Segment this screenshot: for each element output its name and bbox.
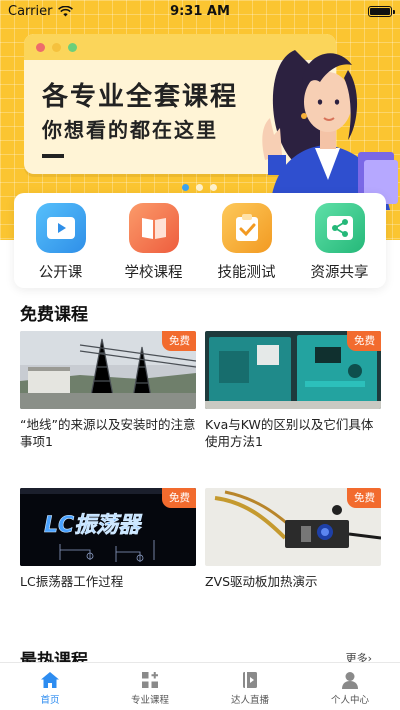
category-label: 资源共享 (310, 265, 369, 281)
free-courses-title: 免费课程 (20, 305, 88, 325)
free-badge: 免费 (162, 331, 196, 351)
category-resource-share[interactable]: 资源共享 (300, 203, 380, 288)
battery-icon (368, 5, 395, 17)
checklist-icon (221, 203, 272, 253)
tab-label: 达人直播 (230, 695, 269, 706)
thumbnail-caption: LC振荡器 (44, 513, 143, 538)
tab-live[interactable]: 达人直播 (200, 663, 300, 710)
course-card[interactable]: 免费 Kva与KW的区别以及它们具体使用方法1 (205, 331, 381, 450)
course-title: Kva与KW的区别以及它们具体使用方法1 (205, 417, 374, 449)
course-title: LC振荡器工作过程 (20, 574, 124, 589)
category-label: 学校课程 (124, 265, 183, 281)
window-dot-green (68, 43, 77, 52)
course-thumbnail: 免费 (205, 488, 381, 566)
course-title: ZVS驱动板加热演示 (205, 574, 318, 589)
category-card: 公开课 学校课程 技能测试 资源共享 (14, 193, 386, 288)
window-dot-yellow (52, 43, 61, 52)
category-label: 技能测试 (217, 265, 276, 281)
free-badge: 免费 (347, 488, 381, 508)
carousel-dot[interactable] (182, 184, 189, 191)
tab-profile[interactable]: 个人中心 (300, 663, 400, 710)
banner-subtitle: 你想看的都在这里 (42, 118, 218, 142)
share-icon (314, 203, 365, 253)
tab-label: 个人中心 (330, 695, 369, 706)
tab-label: 专业课程 (130, 695, 169, 706)
book-icon (128, 203, 179, 253)
live-book-icon (243, 672, 257, 688)
course-thumbnail: LC振荡器 免费 (20, 488, 196, 566)
tab-bar: 首页 专业课程 达人直播 个人中心 (0, 662, 400, 710)
carousel-dot[interactable] (210, 184, 217, 191)
category-skill-test[interactable]: 技能测试 (207, 203, 287, 288)
status-time: 9:31 AM (170, 3, 230, 19)
window-dot-red (36, 43, 45, 52)
play-icon (35, 203, 86, 253)
banner-title: 各专业全套课程 (42, 82, 239, 112)
carousel-dot[interactable] (196, 184, 203, 191)
grid-plus-icon (142, 672, 158, 688)
course-thumbnail: 免费 (205, 331, 381, 409)
category-label: 公开课 (38, 265, 83, 281)
status-bar: Carrier 9:31 AM (0, 0, 400, 22)
home-icon (41, 672, 59, 688)
banner-woman-illustration (262, 50, 398, 210)
course-thumbnail: 免费 (20, 331, 196, 409)
tab-label: 首页 (40, 695, 60, 706)
course-title: “地线”的来源以及安装时的注意事项1 (20, 417, 196, 449)
person-icon (342, 672, 358, 689)
carousel-indicator[interactable] (182, 184, 217, 191)
category-school-course[interactable]: 学校课程 (114, 203, 194, 288)
tab-professional-courses[interactable]: 专业课程 (100, 663, 200, 710)
tab-home[interactable]: 首页 (0, 663, 100, 710)
category-open-course[interactable]: 公开课 (21, 203, 101, 288)
free-badge: 免费 (347, 331, 381, 351)
course-card[interactable]: 免费 ZVS驱动板加热演示 (205, 488, 381, 590)
banner-dash (42, 154, 64, 158)
course-card[interactable]: 免费 “地线”的来源以及安装时的注意事项1 (20, 331, 196, 450)
course-card[interactable]: LC振荡器 免费 LC振荡器工作过程 (20, 488, 196, 590)
free-badge: 免费 (162, 488, 196, 508)
